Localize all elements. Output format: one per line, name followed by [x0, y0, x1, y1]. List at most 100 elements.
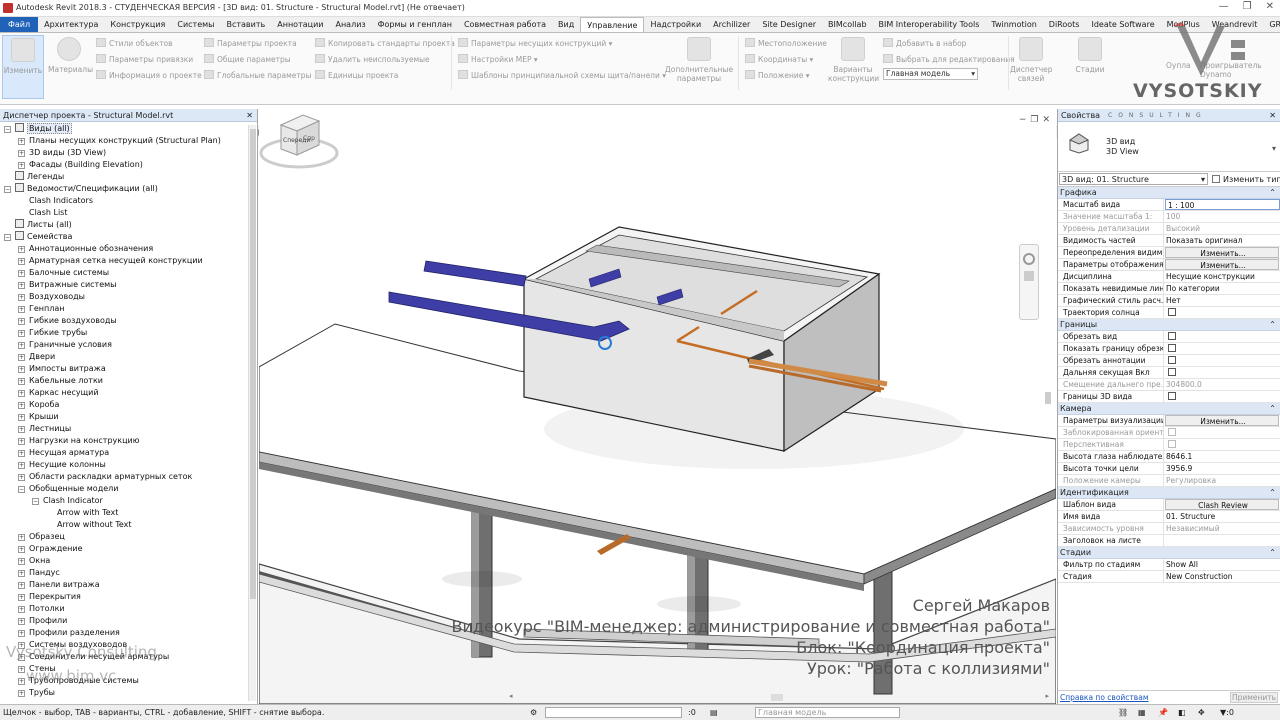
property-group[interactable]: Графика [1058, 187, 1280, 199]
zoom-icon[interactable] [1024, 271, 1034, 281]
expand-icon[interactable]: + [18, 354, 25, 361]
location-button[interactable]: Местоположение [745, 38, 827, 48]
property-group[interactable]: Идентификация [1058, 487, 1280, 499]
ribbon-tab[interactable]: Совместная работа [458, 17, 552, 32]
collapse-icon[interactable]: − [32, 498, 39, 505]
expand-icon[interactable]: + [18, 606, 25, 613]
browser-scrollbar[interactable] [248, 125, 256, 701]
property-value[interactable] [1164, 535, 1280, 546]
tree-node[interactable]: + Потолки [0, 603, 257, 615]
tree-node[interactable]: + Панели витража [0, 579, 257, 591]
tree-node[interactable]: + Нагрузки на конструкцию [0, 435, 257, 447]
select-pinned-icon[interactable]: 📌 [1158, 705, 1168, 720]
expand-icon[interactable]: + [18, 666, 25, 673]
design-options-button[interactable]: Варианты конструкции [828, 35, 879, 99]
property-group[interactable]: Границы [1058, 319, 1280, 331]
expand-icon[interactable]: + [18, 678, 25, 685]
tree-node[interactable]: Легенды [0, 171, 257, 183]
property-value[interactable]: 3956.9 [1164, 463, 1280, 474]
purge-button[interactable]: Удалить неиспользуемые [315, 54, 430, 64]
property-group[interactable]: Стадии [1058, 547, 1280, 559]
ribbon-tab[interactable]: Формы и генплан [372, 17, 458, 32]
tree-node[interactable]: + Окна [0, 555, 257, 567]
tree-node[interactable]: Arrow with Text [0, 507, 257, 519]
checkbox[interactable] [1168, 308, 1176, 316]
property-value[interactable]: Показать оригинал [1164, 235, 1280, 246]
property-value[interactable]: New Construction [1164, 571, 1280, 582]
tree-node[interactable]: + Несущие колонны [0, 459, 257, 471]
expand-icon[interactable]: + [18, 618, 25, 625]
maximize-icon[interactable]: ❐ [1243, 1, 1252, 12]
tree-node[interactable]: + Трубы [0, 687, 257, 699]
expand-icon[interactable]: + [18, 246, 25, 253]
property-value[interactable] [1164, 367, 1280, 378]
tree-node[interactable]: + Гибкие трубы [0, 327, 257, 339]
expand-icon[interactable]: + [18, 378, 25, 385]
expand-icon[interactable]: + [18, 258, 25, 265]
tree-node[interactable]: − Семейства [0, 231, 257, 243]
link-manager-button[interactable]: Диспетчер связей [1010, 35, 1053, 99]
expand-icon[interactable]: + [18, 390, 25, 397]
tree-node[interactable]: + Короба [0, 399, 257, 411]
expand-icon[interactable]: + [18, 402, 25, 409]
checkbox[interactable] [1168, 344, 1176, 352]
expand-icon[interactable]: + [18, 462, 25, 469]
tree-node[interactable]: + Крыши [0, 411, 257, 423]
tree-node[interactable]: + Ограждение [0, 543, 257, 555]
edit-button[interactable]: Clash Review [1165, 499, 1279, 510]
expand-icon[interactable]: + [18, 450, 25, 457]
close-icon[interactable]: ✕ [1266, 1, 1274, 12]
expand-icon[interactable]: + [18, 546, 25, 553]
position-button[interactable]: Положение ▾ [745, 70, 810, 80]
tree-node[interactable]: + Граничные условия [0, 339, 257, 351]
tree-node[interactable]: + Несущая арматура [0, 447, 257, 459]
additional-settings-button[interactable]: Дополнительные параметры [664, 35, 734, 99]
close-icon[interactable]: ✕ [246, 109, 253, 122]
ribbon-tab[interactable]: Вставить [220, 17, 271, 32]
ribbon-tab[interactable]: Аннотации [271, 17, 329, 32]
property-group[interactable]: Камера [1058, 403, 1280, 415]
structural-settings-button[interactable]: Параметры несущих конструкций ▾ [458, 38, 612, 48]
expand-icon[interactable]: + [18, 342, 25, 349]
tree-node[interactable]: + Балочные системы [0, 267, 257, 279]
ribbon-tab[interactable]: Надстройки [644, 17, 707, 32]
expand-icon[interactable]: + [18, 438, 25, 445]
expand-icon[interactable]: + [18, 558, 25, 565]
checkbox[interactable] [1168, 332, 1176, 340]
tree-node[interactable]: + Воздуховоды [0, 291, 257, 303]
expand-icon[interactable]: + [18, 594, 25, 601]
edit-button[interactable]: Изменить... [1165, 259, 1279, 270]
steering-wheel-icon[interactable] [1023, 253, 1035, 265]
collapse-icon[interactable]: − [4, 234, 11, 241]
checkbox[interactable] [1168, 356, 1176, 364]
properties-help-link[interactable]: Справка по свойствам [1060, 691, 1148, 704]
tree-node[interactable]: Листы (all) [0, 219, 257, 231]
select-underlay-icon[interactable]: ▦ [1138, 705, 1146, 720]
shared-params-button[interactable]: Общие параметры [204, 54, 291, 64]
apply-button[interactable]: Применить [1230, 692, 1278, 703]
project-params-button[interactable]: Параметры проекта [204, 38, 297, 48]
restore-view-icon[interactable]: ❐ [1030, 115, 1038, 125]
units-button[interactable]: Единицы проекта [315, 70, 398, 80]
property-value[interactable]: 1 : 100 [1165, 199, 1280, 210]
ribbon-tab[interactable]: Системы [171, 17, 220, 32]
materials-button[interactable]: Материалы [48, 35, 93, 99]
ribbon-tab[interactable]: DiRoots [1043, 17, 1086, 32]
scrollbar-thumb[interactable] [771, 694, 783, 701]
view-horizontal-scrollbar[interactable]: ◂ ▸ [509, 692, 1049, 702]
tree-node[interactable]: + Арматурная сетка несущей конструкции [0, 255, 257, 267]
expand-icon[interactable]: + [18, 570, 25, 577]
3d-viewport[interactable]: − ❐ ✕ Спереди Спр Сергей Макаров Видеоку… [259, 109, 1056, 704]
property-value[interactable] [1164, 331, 1280, 342]
tree-node[interactable]: − Обобщенные модели [0, 483, 257, 495]
expand-icon[interactable]: + [18, 150, 25, 157]
edit-button[interactable]: Изменить... [1165, 415, 1279, 426]
tree-node[interactable]: + Кабельные лотки [0, 375, 257, 387]
global-params-button[interactable]: Глобальные параметры [204, 70, 311, 80]
ribbon-tab[interactable]: BIM Interoperability Tools [873, 17, 986, 32]
design-option-icon[interactable]: ▤ [710, 705, 718, 720]
scroll-right-icon[interactable]: ▸ [1045, 692, 1049, 700]
property-value[interactable] [1164, 355, 1280, 366]
close-icon[interactable]: ✕ [1269, 109, 1276, 122]
blue-duct-upper[interactable] [423, 260, 527, 287]
